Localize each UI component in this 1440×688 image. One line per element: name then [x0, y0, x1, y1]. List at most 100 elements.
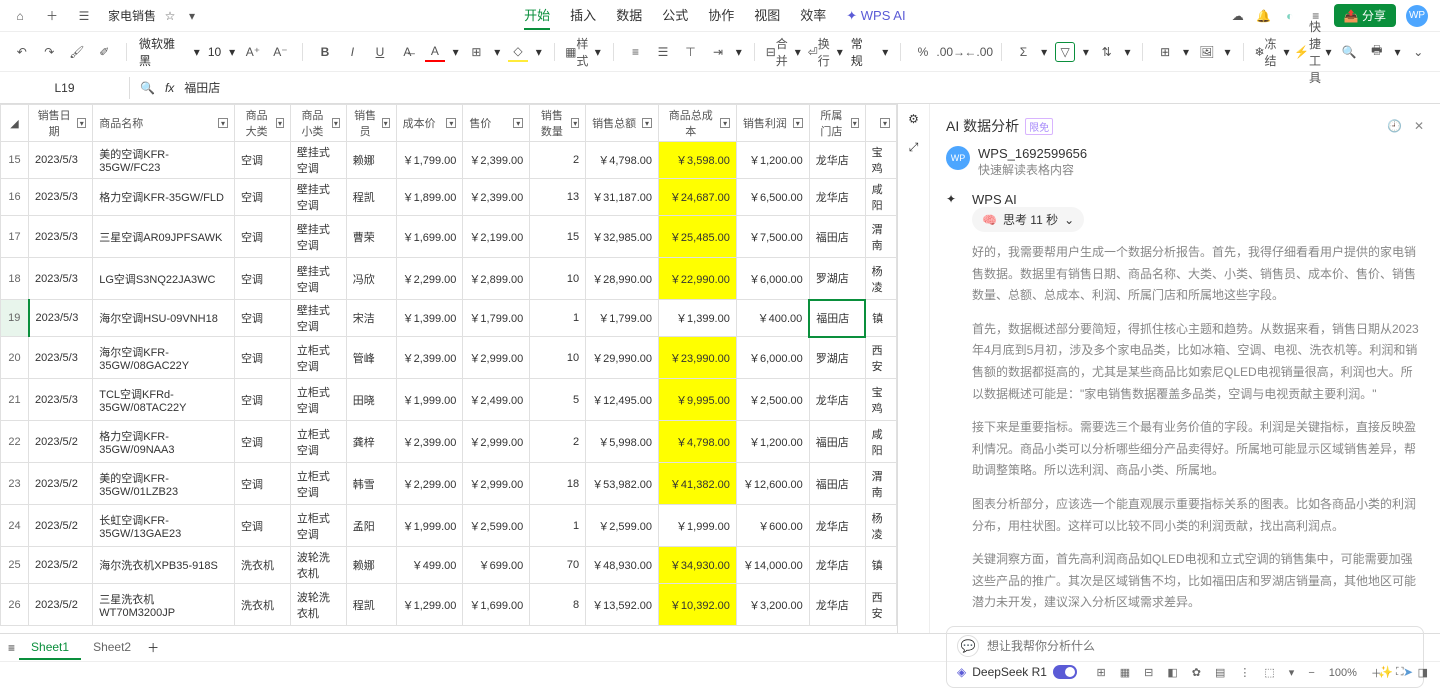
- cell[interactable]: 2023/5/2: [29, 584, 93, 626]
- cell[interactable]: 福田店: [809, 216, 865, 258]
- cell[interactable]: 管峰: [346, 337, 396, 379]
- zoom-level[interactable]: 100%: [1329, 667, 1357, 679]
- cell[interactable]: 空调: [235, 179, 291, 216]
- cell[interactable]: 渭南: [865, 463, 896, 505]
- cell[interactable]: ￥1,799.00: [586, 300, 659, 337]
- print-icon[interactable]: 🖶: [1367, 42, 1387, 62]
- filter-icon[interactable]: ▽: [1055, 42, 1075, 62]
- cell[interactable]: 立柜式空调: [290, 421, 346, 463]
- cell[interactable]: 18: [530, 463, 586, 505]
- cell[interactable]: 2023/5/2: [29, 505, 93, 547]
- cell[interactable]: ￥34,930.00: [659, 547, 737, 584]
- home-icon[interactable]: ⌂: [12, 8, 28, 24]
- cell[interactable]: 杨凌: [865, 258, 896, 300]
- deepseek-toggle[interactable]: [1053, 665, 1077, 679]
- cell[interactable]: 8: [530, 584, 586, 626]
- merge-icon[interactable]: ⊟ 合并: [767, 42, 787, 62]
- history-icon[interactable]: 🕘: [1387, 119, 1402, 133]
- cell[interactable]: 2023/5/2: [29, 421, 93, 463]
- cell[interactable]: ￥3,200.00: [736, 584, 809, 626]
- cell[interactable]: ￥2,499.00: [463, 379, 530, 421]
- cell[interactable]: 杨凌: [865, 505, 896, 547]
- cell[interactable]: ￥13,592.00: [586, 584, 659, 626]
- cell[interactable]: ￥25,485.00: [659, 216, 737, 258]
- cell[interactable]: ￥2,399.00: [396, 337, 463, 379]
- cell[interactable]: 2023/5/3: [29, 258, 93, 300]
- cell[interactable]: 长虹空调KFR-35GW/13GAE23: [93, 505, 235, 547]
- cell[interactable]: 海尔洗衣机XPB35-918S: [93, 547, 235, 584]
- cell[interactable]: ￥24,687.00: [659, 179, 737, 216]
- cell[interactable]: 壁挂式空调: [290, 179, 346, 216]
- cell[interactable]: 2023/5/3: [29, 142, 93, 179]
- col-header[interactable]: 销售员▾: [346, 105, 396, 142]
- cell[interactable]: ￥1,299.00: [396, 584, 463, 626]
- avatar[interactable]: WP: [1406, 5, 1428, 27]
- wrap-icon[interactable]: ⏎ 换行: [809, 42, 829, 62]
- send-icon[interactable]: ➤: [1403, 665, 1413, 679]
- sb-ico[interactable]: ⊟: [1144, 666, 1153, 679]
- cell[interactable]: 三星洗衣机WT70M3200JP: [93, 584, 235, 626]
- col-header[interactable]: 商品总成本▾: [659, 105, 737, 142]
- cell[interactable]: 2: [530, 142, 586, 179]
- cell[interactable]: ￥53,982.00: [586, 463, 659, 505]
- undo-icon[interactable]: ↶: [12, 42, 32, 62]
- cell[interactable]: ￥1,399.00: [659, 300, 737, 337]
- cell[interactable]: 立柜式空调: [290, 463, 346, 505]
- font-dec-icon[interactable]: A⁻: [271, 42, 291, 62]
- cell[interactable]: ￥7,500.00: [736, 216, 809, 258]
- search-icon[interactable]: 🔍: [1340, 42, 1360, 62]
- indent-icon[interactable]: ⇥: [708, 42, 728, 62]
- fullscreen-icon[interactable]: ⛶: [1396, 666, 1404, 679]
- col-header[interactable]: 所属门店▾: [809, 105, 865, 142]
- cell[interactable]: 空调: [235, 142, 291, 179]
- cell[interactable]: ￥2,399.00: [463, 142, 530, 179]
- redo-icon[interactable]: ↷: [40, 42, 60, 62]
- cell[interactable]: ￥1,200.00: [736, 142, 809, 179]
- cell[interactable]: 赖娜: [346, 547, 396, 584]
- cell[interactable]: 空调: [235, 216, 291, 258]
- cell[interactable]: 宝鸡: [865, 379, 896, 421]
- row-number[interactable]: 26: [1, 584, 29, 626]
- cell[interactable]: ￥4,798.00: [659, 421, 737, 463]
- border-icon[interactable]: ⊞: [467, 42, 487, 62]
- cell[interactable]: 70: [530, 547, 586, 584]
- row-number[interactable]: 17: [1, 216, 29, 258]
- cell[interactable]: 咸阳: [865, 179, 896, 216]
- cell[interactable]: ￥2,399.00: [463, 179, 530, 216]
- cell[interactable]: 立柜式空调: [290, 379, 346, 421]
- menu-开始[interactable]: 开始: [524, 1, 550, 30]
- cell[interactable]: 15: [530, 216, 586, 258]
- menu-公式[interactable]: 公式: [662, 1, 688, 30]
- quick-tools[interactable]: ⚡ 快捷工具: [1298, 42, 1318, 62]
- cell[interactable]: 罗湖店: [809, 337, 865, 379]
- cell[interactable]: ￥4,798.00: [586, 142, 659, 179]
- cell[interactable]: 三星空调AR09JPFSAWK: [93, 216, 235, 258]
- cell[interactable]: LG空调S3NQ22JA3WC: [93, 258, 235, 300]
- cell[interactable]: 2: [530, 421, 586, 463]
- menu-WPS AI[interactable]: ✦ WPS AI: [846, 1, 905, 30]
- sheets-menu-icon[interactable]: ≡: [8, 641, 15, 655]
- cell[interactable]: ￥3,598.00: [659, 142, 737, 179]
- cell[interactable]: 2023/5/3: [29, 179, 93, 216]
- cell[interactable]: 空调: [235, 258, 291, 300]
- cell[interactable]: ￥6,500.00: [736, 179, 809, 216]
- row-number[interactable]: 15: [1, 142, 29, 179]
- cell[interactable]: ￥12,600.00: [736, 463, 809, 505]
- cell[interactable]: 2023/5/2: [29, 547, 93, 584]
- cell[interactable]: ￥1,999.00: [659, 505, 737, 547]
- cell[interactable]: 咸阳: [865, 421, 896, 463]
- cell[interactable]: 2023/5/3: [29, 300, 93, 337]
- cell[interactable]: ￥1,200.00: [736, 421, 809, 463]
- cell[interactable]: ￥699.00: [463, 547, 530, 584]
- menu-协作[interactable]: 协作: [708, 1, 734, 30]
- cell[interactable]: ￥2,299.00: [396, 463, 463, 505]
- cell[interactable]: 海尔空调HSU-09VNH18: [93, 300, 235, 337]
- cell[interactable]: 龙华店: [809, 179, 865, 216]
- cell[interactable]: 镇: [865, 547, 896, 584]
- zoom-out-icon[interactable]: −: [1308, 667, 1314, 679]
- theme-icon[interactable]: ◐: [1282, 8, 1298, 24]
- cell[interactable]: 壁挂式空调: [290, 300, 346, 337]
- sb-ico[interactable]: ▦: [1120, 666, 1130, 679]
- cell[interactable]: 龙华店: [809, 142, 865, 179]
- cell[interactable]: ￥1,799.00: [396, 142, 463, 179]
